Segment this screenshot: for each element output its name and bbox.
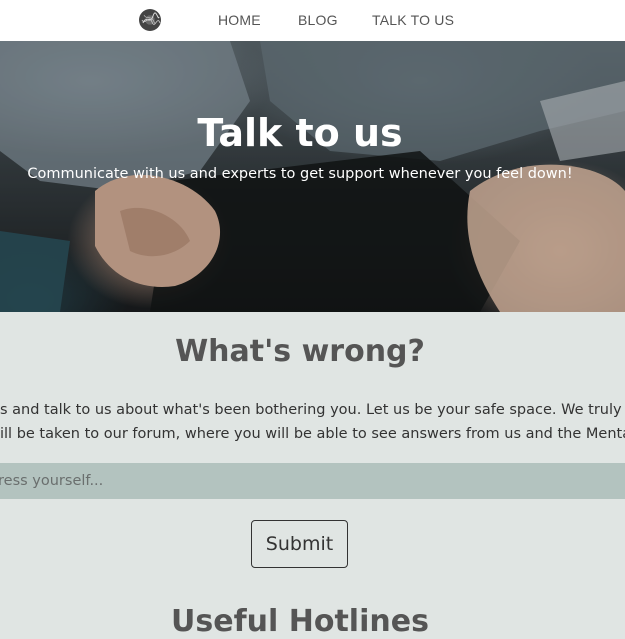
top-navbar: HOME BLOG TALK TO US [0, 0, 625, 41]
section-heading: What's wrong? [175, 334, 425, 369]
hero-title: Talk to us [197, 111, 403, 155]
nav-link-talk-to-us[interactable]: TALK TO US [372, 12, 454, 28]
paragraph-text: s and talk to us about what's been bothe… [0, 402, 625, 418]
hero-banner: Talk to us Communicate with us and exper… [0, 41, 625, 312]
nav-link-home[interactable]: HOME [218, 12, 261, 28]
intro-paragraph-line-1: s and talk to us about what's been bothe… [0, 402, 625, 422]
site-logo-icon[interactable] [139, 9, 161, 31]
nav-link-blog[interactable]: BLOG [298, 12, 338, 28]
intro-paragraph-line-2: ill be taken to our forum, where you wil… [0, 426, 625, 446]
hotlines-heading: Useful Hotlines [171, 604, 429, 639]
submit-button[interactable]: Submit [251, 520, 348, 568]
message-input[interactable] [0, 463, 625, 499]
hero-subtitle: Communicate with us and experts to get s… [27, 166, 573, 182]
paragraph-text: ill be taken to our forum, where you wil… [0, 426, 625, 442]
